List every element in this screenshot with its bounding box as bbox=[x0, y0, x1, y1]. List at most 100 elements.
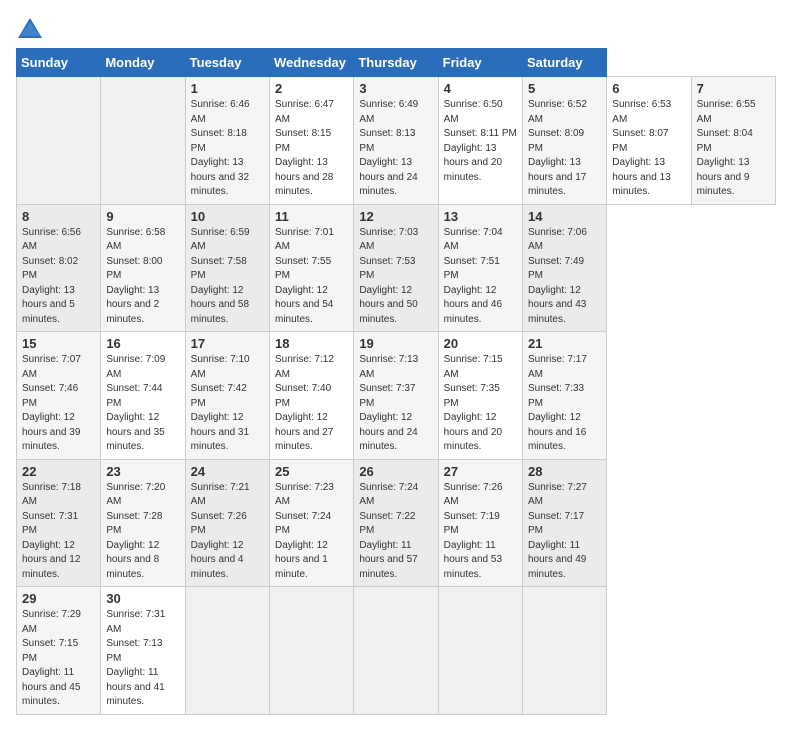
calendar-cell: 24 Sunrise: 7:21 AMSunset: 7:26 PMDayligh… bbox=[185, 459, 269, 587]
calendar-cell: 14 Sunrise: 7:06 AMSunset: 7:49 PMDayligh… bbox=[522, 204, 606, 332]
calendar-cell: 21Sunrise: 7:17 AMSunset: 7:33 PMDayligh… bbox=[522, 332, 606, 460]
calendar-cell: 13 Sunrise: 7:04 AMSunset: 7:51 PMDayligh… bbox=[438, 204, 522, 332]
calendar-cell bbox=[438, 587, 522, 715]
day-info: Sunrise: 7:26 AMSunset: 7:19 PMDaylight:… bbox=[444, 481, 517, 583]
day-info: Sunrise: 6:46 AMSunset: 8:18 PMDaylight:… bbox=[191, 98, 264, 200]
calendar-cell: 17 Sunrise: 7:10 AMSunset: 7:42 PMDayligh… bbox=[185, 332, 269, 460]
calendar-week-5: 29Sunrise: 7:29 AMSunset: 7:15 PMDayligh… bbox=[17, 587, 776, 715]
day-number: 17 bbox=[191, 336, 264, 351]
calendar-week-1: 1 Sunrise: 6:46 AMSunset: 8:18 PMDaylight… bbox=[17, 77, 776, 205]
day-number: 30 bbox=[106, 591, 179, 606]
day-number: 6 bbox=[612, 81, 685, 96]
header bbox=[16, 16, 776, 40]
weekday-header-friday: Friday bbox=[438, 49, 522, 77]
day-number: 3 bbox=[359, 81, 432, 96]
weekday-header-tuesday: Tuesday bbox=[185, 49, 269, 77]
calendar-cell: 1 Sunrise: 6:46 AMSunset: 8:18 PMDaylight… bbox=[185, 77, 269, 205]
day-number: 19 bbox=[359, 336, 432, 351]
day-info: Sunrise: 7:12 AMSunset: 7:40 PMDaylight:… bbox=[275, 353, 348, 455]
day-info: Sunrise: 6:58 AMSunset: 8:00 PMDaylight:… bbox=[106, 226, 179, 328]
calendar-table: SundayMondayTuesdayWednesdayThursdayFrid… bbox=[16, 48, 776, 715]
day-info: Sunrise: 7:13 AMSunset: 7:37 PMDaylight:… bbox=[359, 353, 432, 455]
calendar-cell: 20Sunrise: 7:15 AMSunset: 7:35 PMDayligh… bbox=[438, 332, 522, 460]
calendar-week-3: 15 Sunrise: 7:07 AMSunset: 7:46 PMDayligh… bbox=[17, 332, 776, 460]
calendar-cell: 4Sunrise: 6:50 AMSunset: 8:11 PMDaylight… bbox=[438, 77, 522, 205]
calendar-cell: 18 Sunrise: 7:12 AMSunset: 7:40 PMDayligh… bbox=[269, 332, 353, 460]
day-number: 8 bbox=[22, 209, 95, 224]
day-number: 28 bbox=[528, 464, 601, 479]
day-number: 22 bbox=[22, 464, 95, 479]
day-number: 25 bbox=[275, 464, 348, 479]
calendar-cell: 28 Sunrise: 7:27 AMSunset: 7:17 PMDayligh… bbox=[522, 459, 606, 587]
day-info: Sunrise: 7:10 AMSunset: 7:42 PMDaylight:… bbox=[191, 353, 264, 455]
calendar-cell: 29Sunrise: 7:29 AMSunset: 7:15 PMDayligh… bbox=[17, 587, 101, 715]
day-number: 10 bbox=[191, 209, 264, 224]
calendar-cell: 22 Sunrise: 7:18 AMSunset: 7:31 PMDayligh… bbox=[17, 459, 101, 587]
day-number: 16 bbox=[106, 336, 179, 351]
calendar-cell: 30 Sunrise: 7:31 AMSunset: 7:13 PMDayligh… bbox=[101, 587, 185, 715]
logo bbox=[16, 16, 48, 40]
day-number: 2 bbox=[275, 81, 348, 96]
day-info: Sunrise: 6:52 AMSunset: 8:09 PMDaylight:… bbox=[528, 98, 601, 200]
day-info: Sunrise: 6:55 AMSunset: 8:04 PMDaylight:… bbox=[697, 98, 770, 200]
calendar-cell: 15 Sunrise: 7:07 AMSunset: 7:46 PMDayligh… bbox=[17, 332, 101, 460]
calendar-cell: 7 Sunrise: 6:55 AMSunset: 8:04 PMDaylight… bbox=[691, 77, 775, 205]
day-info: Sunrise: 7:06 AMSunset: 7:49 PMDaylight:… bbox=[528, 226, 601, 328]
calendar-cell bbox=[101, 77, 185, 205]
calendar-cell: 25Sunrise: 7:23 AMSunset: 7:24 PMDayligh… bbox=[269, 459, 353, 587]
day-number: 4 bbox=[444, 81, 517, 96]
calendar-cell: 6 Sunrise: 6:53 AMSunset: 8:07 PMDaylight… bbox=[607, 77, 691, 205]
day-info: Sunrise: 6:53 AMSunset: 8:07 PMDaylight:… bbox=[612, 98, 685, 200]
day-number: 27 bbox=[444, 464, 517, 479]
day-info: Sunrise: 6:47 AMSunset: 8:15 PMDaylight:… bbox=[275, 98, 348, 200]
weekday-header-sunday: Sunday bbox=[17, 49, 101, 77]
weekday-header-thursday: Thursday bbox=[354, 49, 438, 77]
day-info: Sunrise: 7:01 AMSunset: 7:55 PMDaylight:… bbox=[275, 226, 348, 328]
day-number: 14 bbox=[528, 209, 601, 224]
day-number: 15 bbox=[22, 336, 95, 351]
day-info: Sunrise: 6:59 AMSunset: 7:58 PMDaylight:… bbox=[191, 226, 264, 328]
day-info: Sunrise: 6:49 AMSunset: 8:13 PMDaylight:… bbox=[359, 98, 432, 200]
day-number: 9 bbox=[106, 209, 179, 224]
day-number: 21 bbox=[528, 336, 601, 351]
calendar-cell: 3 Sunrise: 6:49 AMSunset: 8:13 PMDaylight… bbox=[354, 77, 438, 205]
weekday-header-wednesday: Wednesday bbox=[269, 49, 353, 77]
day-number: 26 bbox=[359, 464, 432, 479]
day-number: 11 bbox=[275, 209, 348, 224]
calendar-week-4: 22 Sunrise: 7:18 AMSunset: 7:31 PMDayligh… bbox=[17, 459, 776, 587]
calendar-cell bbox=[522, 587, 606, 715]
day-number: 23 bbox=[106, 464, 179, 479]
day-info: Sunrise: 7:24 AMSunset: 7:22 PMDaylight:… bbox=[359, 481, 432, 583]
day-info: Sunrise: 7:03 AMSunset: 7:53 PMDaylight:… bbox=[359, 226, 432, 328]
day-number: 13 bbox=[444, 209, 517, 224]
day-number: 29 bbox=[22, 591, 95, 606]
day-number: 12 bbox=[359, 209, 432, 224]
calendar-cell bbox=[17, 77, 101, 205]
day-info: Sunrise: 7:07 AMSunset: 7:46 PMDaylight:… bbox=[22, 353, 95, 455]
calendar-week-2: 8 Sunrise: 6:56 AMSunset: 8:02 PMDaylight… bbox=[17, 204, 776, 332]
day-info: Sunrise: 7:04 AMSunset: 7:51 PMDaylight:… bbox=[444, 226, 517, 328]
day-info: Sunrise: 7:31 AMSunset: 7:13 PMDaylight:… bbox=[106, 608, 179, 710]
day-info: Sunrise: 7:18 AMSunset: 7:31 PMDaylight:… bbox=[22, 481, 95, 583]
calendar-cell: 5Sunrise: 6:52 AMSunset: 8:09 PMDaylight… bbox=[522, 77, 606, 205]
calendar-cell: 8 Sunrise: 6:56 AMSunset: 8:02 PMDaylight… bbox=[17, 204, 101, 332]
day-info: Sunrise: 7:09 AMSunset: 7:44 PMDaylight:… bbox=[106, 353, 179, 455]
day-number: 24 bbox=[191, 464, 264, 479]
calendar-cell: 19 Sunrise: 7:13 AMSunset: 7:37 PMDayligh… bbox=[354, 332, 438, 460]
calendar-cell bbox=[269, 587, 353, 715]
calendar-cell: 26 Sunrise: 7:24 AMSunset: 7:22 PMDayligh… bbox=[354, 459, 438, 587]
day-info: Sunrise: 7:21 AMSunset: 7:26 PMDaylight:… bbox=[191, 481, 264, 583]
day-info: Sunrise: 7:27 AMSunset: 7:17 PMDaylight:… bbox=[528, 481, 601, 583]
day-number: 7 bbox=[697, 81, 770, 96]
calendar-cell: 9 Sunrise: 6:58 AMSunset: 8:00 PMDaylight… bbox=[101, 204, 185, 332]
day-info: Sunrise: 7:20 AMSunset: 7:28 PMDaylight:… bbox=[106, 481, 179, 583]
day-info: Sunrise: 7:15 AMSunset: 7:35 PMDaylight:… bbox=[444, 353, 517, 455]
day-number: 1 bbox=[191, 81, 264, 96]
calendar-cell: 2 Sunrise: 6:47 AMSunset: 8:15 PMDaylight… bbox=[269, 77, 353, 205]
weekday-header-monday: Monday bbox=[101, 49, 185, 77]
calendar-cell: 16 Sunrise: 7:09 AMSunset: 7:44 PMDayligh… bbox=[101, 332, 185, 460]
calendar-cell: 10 Sunrise: 6:59 AMSunset: 7:58 PMDayligh… bbox=[185, 204, 269, 332]
day-info: Sunrise: 6:56 AMSunset: 8:02 PMDaylight:… bbox=[22, 226, 95, 328]
calendar-cell: 11 Sunrise: 7:01 AMSunset: 7:55 PMDayligh… bbox=[269, 204, 353, 332]
day-number: 18 bbox=[275, 336, 348, 351]
